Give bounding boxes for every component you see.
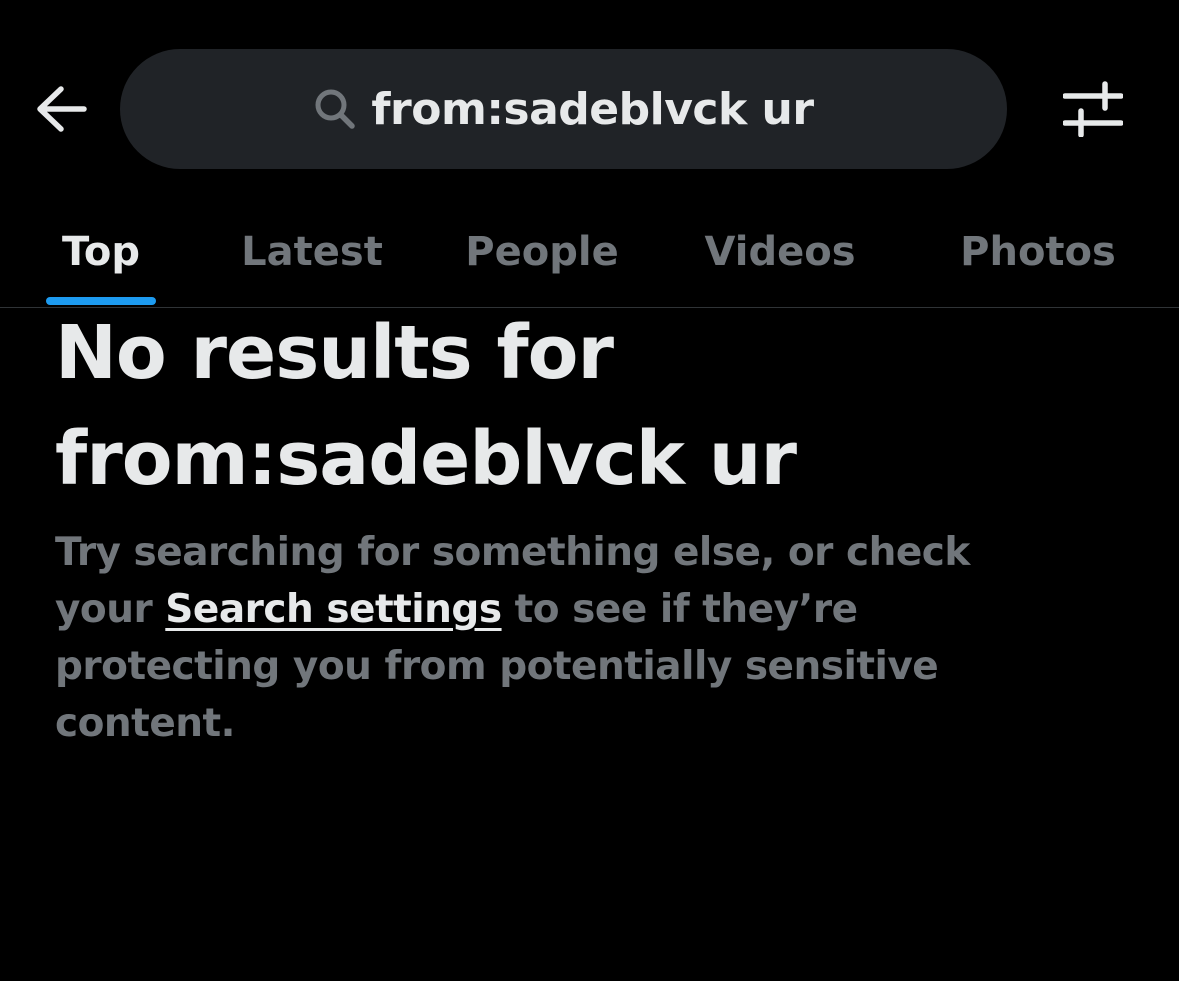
tab-top[interactable]: Top — [56, 198, 146, 306]
arrow-left-icon — [37, 86, 87, 132]
search-icon — [315, 89, 356, 129]
empty-state-title: No results for from:sadeblvck ur — [55, 310, 797, 502]
search-input[interactable]: from:sadeblvck ur — [120, 49, 1007, 169]
empty-state-description: Try searching for something else, or che… — [55, 524, 1065, 752]
back-button[interactable] — [30, 80, 92, 138]
search-query-text: from:sadeblvck ur — [371, 83, 814, 135]
search-tabs: Top Latest People Videos Photos — [0, 198, 1179, 308]
tab-people[interactable]: People — [460, 198, 624, 306]
sliders-icon — [1063, 81, 1123, 137]
search-settings-link[interactable]: Search settings — [165, 587, 502, 632]
tab-latest[interactable]: Latest — [236, 198, 388, 306]
tab-photos[interactable]: Photos — [954, 198, 1122, 306]
tab-videos[interactable]: Videos — [698, 198, 862, 306]
search-filter-button[interactable] — [1058, 78, 1128, 140]
